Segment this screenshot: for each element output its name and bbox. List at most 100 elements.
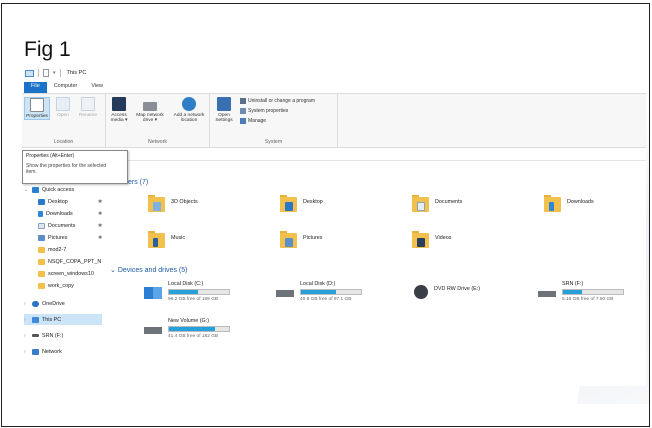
chevron-down-icon[interactable]: ⌄ <box>110 267 118 274</box>
folder-music[interactable]: Music <box>148 231 185 250</box>
drive-new-volume-g[interactable]: New Volume (G:) 41.4 GB free of 182 GB <box>144 318 230 339</box>
access-media-label: Access media ▾ <box>110 113 128 124</box>
tab-view[interactable]: View <box>84 82 110 93</box>
folder-icon <box>148 195 165 214</box>
nav-item-label: NSQF_COPA_PPT_N <box>48 258 102 265</box>
open-settings-button[interactable]: Open Settings <box>213 97 235 124</box>
nav-quick-access-label: Quick access <box>42 186 75 193</box>
drive-free-space: 40.9 GB free of 97.1 GB <box>300 297 352 302</box>
chevron-right-icon[interactable]: › <box>24 333 29 339</box>
map-network-drive-button[interactable]: Map network drive ▾ <box>132 97 168 124</box>
nav-item-downloads[interactable]: Downloads ✱ <box>38 208 102 219</box>
nav-item-mod2-7[interactable]: mod2-7 <box>38 244 66 255</box>
drive-dvd-e[interactable]: DVD RW Drive (E:) <box>414 281 480 299</box>
chevron-right-icon[interactable]: › <box>24 317 29 323</box>
tooltip-title: Properties (Alt+Enter) <box>26 153 75 159</box>
desktop-icon <box>38 198 45 205</box>
manage-button[interactable]: Manage <box>240 118 266 124</box>
chevron-down-icon[interactable]: ⌄ <box>24 187 29 193</box>
nav-quick-access[interactable]: ⌄ Quick access <box>24 184 74 195</box>
nav-item-screen-windows10[interactable]: screen_windows10 <box>38 268 94 279</box>
ribbon: Properties Open Rename Location Access m… <box>22 93 646 148</box>
folder-icon <box>544 195 561 214</box>
window-title: This PC <box>66 70 87 76</box>
nav-item-label: Pictures <box>48 234 68 241</box>
nav-item-label: Desktop <box>48 198 68 205</box>
folder-label: Videos <box>435 235 452 241</box>
folder-label: 3D Objects <box>171 199 198 205</box>
folder-label: Documents <box>435 199 463 205</box>
open-icon <box>56 97 70 111</box>
uninstall-program-label: Uninstall or change a program <box>248 98 315 104</box>
system-properties-button[interactable]: System properties <box>240 108 288 114</box>
nav-item-label: Downloads <box>46 210 73 217</box>
folder-label: Desktop <box>303 199 323 205</box>
drive-local-d[interactable]: Local Disk (D:) 40.9 GB free of 97.1 GB <box>276 281 362 302</box>
star-icon <box>32 186 39 193</box>
folder-documents[interactable]: Documents <box>412 195 462 214</box>
nav-item-desktop[interactable]: Desktop ✱ <box>38 196 102 207</box>
tab-file[interactable]: File <box>24 82 47 93</box>
nav-item-label: mod2-7 <box>48 246 67 253</box>
nav-item-pictures[interactable]: Pictures ✱ <box>38 232 102 243</box>
ribbon-group-label: Location <box>53 139 74 145</box>
file-explorer-window: ▾ This PC File Computer View Properties … <box>22 66 646 386</box>
folder-desktop[interactable]: Desktop <box>280 195 323 214</box>
ribbon-group-network: Access media ▾ Map network drive ▾ Add a… <box>106 94 210 147</box>
nav-network[interactable]: › Network <box>24 346 62 357</box>
folder-downloads[interactable]: Downloads <box>544 195 594 214</box>
add-network-location-button[interactable]: Add a network location <box>170 97 208 124</box>
folder-videos[interactable]: Videos <box>412 231 451 250</box>
pin-icon: ✱ <box>98 234 103 241</box>
cloud-icon <box>32 300 39 307</box>
media-icon <box>112 97 126 111</box>
rename-label: Rename <box>78 113 98 118</box>
rename-button[interactable]: Rename <box>76 97 100 118</box>
folder-icon <box>38 246 45 253</box>
nav-item-documents[interactable]: Documents ✱ <box>38 220 102 231</box>
open-button[interactable]: Open <box>53 97 73 118</box>
uninstall-program-button[interactable]: Uninstall or change a program <box>240 98 315 104</box>
chevron-right-icon[interactable]: › <box>24 349 29 355</box>
windows-drive-icon <box>144 287 162 299</box>
drive-name: DVD RW Drive (E:) <box>434 286 481 292</box>
folder-icon <box>38 270 45 277</box>
nav-item-label: work_copy <box>48 282 74 289</box>
folder-pictures[interactable]: Pictures <box>280 231 322 250</box>
quick-access-toolbar-chevron-icon[interactable]: ▾ <box>53 70 56 76</box>
drive-srn-f[interactable]: SRN (F:) 5.16 GB free of 7.50 GB <box>538 281 624 302</box>
folders-section-header[interactable]: ers (7) <box>128 179 148 186</box>
navigation-pane: ⌄ Quick access Desktop ✱ Downloads ✱ Doc… <box>22 184 104 384</box>
nav-srn-drive[interactable]: › SRN (F:) <box>24 330 63 341</box>
access-media-button[interactable]: Access media ▾ <box>108 97 130 124</box>
network-icon <box>32 348 39 355</box>
folder-3d-objects[interactable]: 3D Objects <box>148 195 198 214</box>
add-network-location-label: Add a network location <box>173 113 205 124</box>
rename-icon <box>81 97 95 111</box>
drive-name: New Volume (G:) <box>168 318 210 324</box>
pin-icon: ✱ <box>98 198 103 205</box>
nav-item-label: screen_windows10 <box>48 270 94 277</box>
drive-name: SRN (F:) <box>562 281 584 287</box>
properties-quick-icon[interactable] <box>43 69 49 77</box>
tab-computer[interactable]: Computer <box>47 82 85 93</box>
drive-usage-fill <box>301 290 336 294</box>
figure-label: Fig 1 <box>24 38 71 61</box>
network-drive-icon <box>143 102 157 111</box>
nav-this-pc[interactable]: › This PC <box>24 314 102 325</box>
drive-local-c[interactable]: Local Disk (C:) 96.2 GB free of 185 GB <box>144 281 230 302</box>
properties-button[interactable]: Properties <box>24 97 50 121</box>
chevron-right-icon[interactable]: › <box>24 301 29 307</box>
gear-icon <box>217 97 231 111</box>
nav-item-nsqf-copa-ppt[interactable]: NSQF_COPA_PPT_N <box>38 256 101 267</box>
folder-icon <box>280 195 297 214</box>
folder-icon <box>38 282 45 289</box>
explorer-icon[interactable] <box>25 69 34 77</box>
ribbon-group-label: Network <box>147 139 168 145</box>
drives-section-header[interactable]: ⌄ Devices and drives (5) <box>110 266 187 274</box>
folder-icon <box>38 258 45 265</box>
folder-label: Pictures <box>303 235 323 241</box>
nav-item-work-copy[interactable]: work_copy <box>38 280 74 291</box>
nav-onedrive[interactable]: › OneDrive <box>24 298 65 309</box>
ribbon-group-system: Open Settings Uninstall or change a prog… <box>210 94 338 147</box>
